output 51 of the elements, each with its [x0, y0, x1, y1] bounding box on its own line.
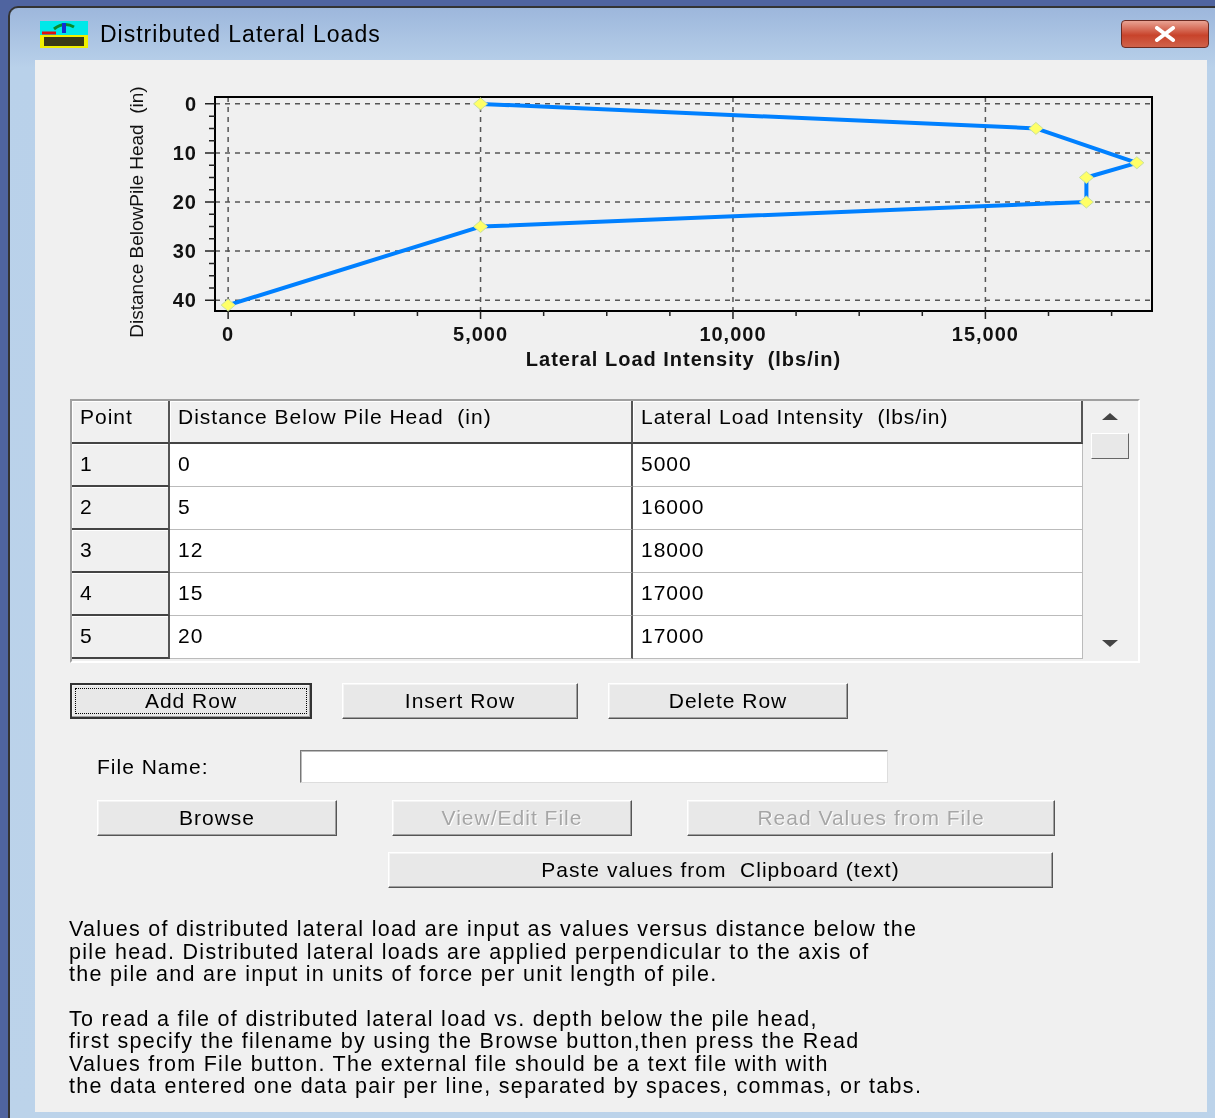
row-header: 4	[72, 573, 170, 616]
scroll-up-icon[interactable]	[1102, 413, 1118, 420]
x-tick-label: 15,000	[951, 323, 1019, 345]
file-name-field[interactable]	[300, 750, 888, 783]
x-tick-label: 0	[222, 323, 235, 345]
x-tick-label: 10,000	[699, 323, 767, 345]
table-cell[interactable]: 16000	[633, 487, 1083, 530]
table-cell[interactable]: 12	[170, 530, 633, 573]
data-point-marker	[1129, 156, 1145, 170]
table-cell[interactable]: 15	[170, 573, 633, 616]
x-tick-label: 5,000	[453, 323, 509, 345]
column-header: Distance Below Pile Head (in)	[170, 401, 633, 444]
help-paragraph: Values of distributed lateral load are input as values versus distance below the pile head. Distributed lateral loads are applied perpendicular to the axis of the pile and are input in units of force per unit length of pile.	[69, 918, 919, 986]
y-tick-label: 30	[172, 240, 197, 263]
action-button[interactable]: Paste values from Clipboard (text)	[388, 852, 1053, 888]
scroll-down-icon[interactable]	[1102, 640, 1118, 647]
row-header: 2	[72, 487, 170, 530]
app-icon	[40, 20, 88, 48]
y-tick-label: 20	[172, 191, 197, 214]
row-header: 1	[72, 444, 170, 487]
window-title: Distributed Lateral Loads	[100, 20, 381, 48]
row-header: 3	[72, 530, 170, 573]
action-button[interactable]: Insert Row	[342, 683, 578, 719]
data-point-marker	[1078, 171, 1094, 184]
data-point-marker	[1078, 195, 1094, 209]
action-button[interactable]: Delete Row	[608, 683, 848, 719]
table-cell[interactable]: 17000	[633, 573, 1083, 616]
action-button[interactable]: Browse	[97, 800, 337, 836]
y-tick-label: 40	[172, 289, 197, 312]
data-point-marker	[220, 298, 236, 312]
y-tick-label: 0	[184, 92, 197, 115]
table-cell[interactable]: 20	[170, 616, 633, 659]
table-cell[interactable]: 0	[170, 444, 633, 487]
scrollbar-thumb[interactable]	[1091, 433, 1129, 459]
data-point-marker	[473, 97, 489, 111]
column-header: Point	[72, 401, 170, 444]
y-axis-label: Distance BelowPile Head (in)	[126, 86, 147, 338]
table-cell[interactable]: 18000	[633, 530, 1083, 573]
table-cell[interactable]: 17000	[633, 616, 1083, 659]
help-paragraph: To read a file of distributed lateral load vs. depth below the pile head, first specify the filename by using the Browse button,then press the Read Values from File button. The external file should be a text file with with the data entered one data pair per line, separated by spaces, commas, or tabs.	[69, 1007, 924, 1098]
data-point-marker	[1028, 121, 1044, 135]
row-header: 5	[72, 616, 170, 659]
column-header: Lateral Load Intensity (lbs/in)	[633, 401, 1083, 444]
file-name-label: File Name:	[97, 754, 210, 779]
y-tick-label: 10	[172, 141, 197, 164]
table-cell[interactable]: 5000	[633, 444, 1083, 487]
data-point-marker	[473, 220, 489, 234]
action-button[interactable]: Add Row	[70, 683, 312, 719]
close-button[interactable]	[1121, 20, 1209, 48]
table-cell[interactable]: 5	[170, 487, 633, 530]
x-axis-label: Lateral Load Intensity (lbs/in)	[525, 348, 842, 370]
